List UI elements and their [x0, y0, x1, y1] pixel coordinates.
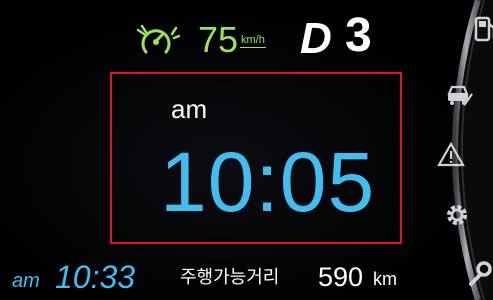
cruise-control-icon [136, 24, 180, 54]
fuel-pump-icon[interactable] [470, 14, 493, 44]
set-speed-value: 75 [198, 19, 239, 60]
bottom-clock-time: 10:33 [55, 259, 136, 295]
warning-triangle-icon[interactable] [436, 140, 466, 170]
clock-time: 10:05 [160, 135, 376, 229]
driving-range-label: 주행가능거리 [180, 267, 280, 287]
driving-range-unit: km [373, 269, 397, 289]
gear-number-indicator: 3 [345, 9, 372, 62]
gear-mode-indicator: D [300, 14, 333, 63]
instrument-cluster-display: 75 km/h D 3 am 10:05 am 10:33 주행가능거리 590… [0, 0, 493, 300]
car-road-icon[interactable] [444, 80, 474, 110]
settings-gear-icon[interactable] [442, 200, 472, 230]
clock-ampm: am [171, 94, 208, 124]
bottom-clock-ampm: am [12, 270, 40, 292]
driving-range-value: 590 [318, 262, 364, 292]
wrench-icon[interactable] [463, 258, 493, 288]
speed-unit: km/h [240, 34, 266, 48]
